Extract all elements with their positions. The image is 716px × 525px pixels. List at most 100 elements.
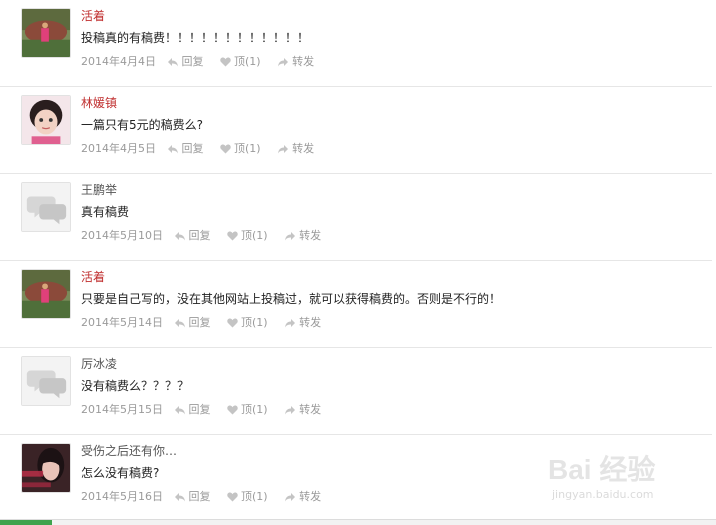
reply-button[interactable]: 回复 (174, 489, 211, 505)
reply-label: 回复 (188, 229, 211, 242)
avatar[interactable] (21, 8, 71, 58)
avatar[interactable] (21, 95, 71, 145)
landscape-photo-icon (22, 9, 70, 57)
author-name[interactable]: 厉冰凌 (81, 356, 117, 372)
avatar[interactable] (21, 182, 71, 232)
forward-button[interactable]: 转发 (277, 141, 314, 157)
forward-label: 转发 (292, 142, 315, 155)
author-name[interactable]: 林媛镇 (81, 95, 117, 111)
comment-text: 没有稿费么？？？？ (81, 379, 190, 393)
like-label: 顶(1) (241, 490, 268, 503)
woman-photo-icon (22, 444, 70, 492)
like-button[interactable]: 顶(1) (220, 141, 261, 157)
heart-icon (220, 57, 231, 67)
comment-date: 2014年4月4日 (81, 55, 156, 68)
comment-text: 只要是自己写的，没在其他网站上投稿过，就可以获得稿费的。否则是不行的！ (81, 292, 502, 306)
forward-button[interactable]: 转发 (284, 228, 321, 244)
comment-item: 活着 投稿真的有稿费！！！！！！！！！！！！ 2014年4月4日 回复 顶(1)… (0, 0, 712, 87)
reply-button[interactable]: 回复 (167, 54, 204, 70)
like-button[interactable]: 顶(1) (227, 228, 268, 244)
forward-arrow-icon (278, 145, 289, 154)
comment-meta: 2014年4月4日 回复 顶(1) 转发 (81, 54, 327, 70)
author-name[interactable]: 活着 (81, 269, 105, 285)
baidu-jingyan-watermark: Bai 经验 jingyan.baidu.com (548, 448, 698, 510)
reply-arrow-icon (167, 58, 178, 67)
comment-meta: 2014年4月5日 回复 顶(1) 转发 (81, 141, 327, 157)
reply-button[interactable]: 回复 (174, 228, 211, 244)
comment-date: 2014年4月5日 (81, 142, 156, 155)
bottom-bar (0, 519, 716, 525)
forward-label: 转发 (299, 403, 322, 416)
reply-label: 回复 (188, 490, 211, 503)
like-label: 顶(1) (241, 403, 268, 416)
comment-date: 2014年5月14日 (81, 316, 163, 329)
heart-icon (227, 318, 238, 328)
forward-arrow-icon (285, 493, 296, 502)
like-button[interactable]: 顶(1) (220, 54, 261, 70)
reply-button[interactable]: 回复 (174, 402, 211, 418)
comment-text: 投稿真的有稿费！！！！！！！！！！！！ (81, 31, 310, 45)
comment-meta: 2014年5月15日 回复 顶(1) 转发 (81, 402, 334, 418)
heart-icon (227, 492, 238, 502)
reply-arrow-icon (167, 145, 178, 154)
forward-label: 转发 (299, 316, 322, 329)
watermark-logo: Bai 经验 (548, 454, 656, 485)
like-button[interactable]: 顶(1) (227, 315, 268, 331)
comment-text: 一篇只有5元的稿费么? (81, 118, 204, 132)
avatar[interactable] (21, 356, 71, 406)
reply-label: 回复 (188, 316, 211, 329)
comment-text: 真有稿费 (81, 205, 130, 219)
avatar[interactable] (21, 269, 71, 319)
reply-label: 回复 (181, 142, 204, 155)
avatar[interactable] (21, 443, 71, 493)
forward-label: 转发 (299, 229, 322, 242)
reply-arrow-icon (174, 232, 185, 241)
forward-arrow-icon (285, 232, 296, 241)
bottom-bar-accent (0, 520, 52, 525)
reply-arrow-icon (174, 493, 185, 502)
forward-button[interactable]: 转发 (284, 489, 321, 505)
author-name[interactable]: 活着 (81, 8, 105, 24)
reply-arrow-icon (174, 319, 185, 328)
comment-meta: 2014年5月16日 回复 顶(1) 转发 (81, 489, 334, 505)
comment-item: 厉冰凌 没有稿费么？？？？ 2014年5月15日 回复 顶(1) 转发 (0, 348, 712, 435)
reply-button[interactable]: 回复 (167, 141, 204, 157)
default-chat-avatar-icon (22, 183, 70, 231)
default-chat-avatar-icon (22, 357, 70, 405)
reply-label: 回复 (181, 55, 204, 68)
reply-arrow-icon (174, 406, 185, 415)
landscape-photo-icon (22, 270, 70, 318)
forward-label: 转发 (292, 55, 315, 68)
watermark-url: jingyan.baidu.com (552, 488, 654, 501)
heart-icon (227, 405, 238, 415)
forward-label: 转发 (299, 490, 322, 503)
heart-icon (220, 144, 231, 154)
forward-arrow-icon (278, 58, 289, 67)
comment-item: 活着 只要是自己写的，没在其他网站上投稿过，就可以获得稿费的。否则是不行的！ 2… (0, 261, 712, 348)
like-label: 顶(1) (234, 142, 261, 155)
comment-list-page: 活着 投稿真的有稿费！！！！！！！！！！！！ 2014年4月4日 回复 顶(1)… (0, 0, 716, 525)
like-label: 顶(1) (241, 316, 268, 329)
comment-date: 2014年5月16日 (81, 490, 163, 503)
like-label: 顶(1) (234, 55, 261, 68)
portrait-photo-icon (22, 96, 70, 144)
forward-arrow-icon (285, 319, 296, 328)
comment-date: 2014年5月10日 (81, 229, 163, 242)
like-label: 顶(1) (241, 229, 268, 242)
like-button[interactable]: 顶(1) (227, 489, 268, 505)
forward-arrow-icon (285, 406, 296, 415)
heart-icon (227, 231, 238, 241)
comment-text: 怎么没有稿费? (81, 466, 160, 480)
author-name[interactable]: 受伤之后还有你… (81, 443, 177, 459)
comment-meta: 2014年5月10日 回复 顶(1) 转发 (81, 228, 334, 244)
comment-item: 王鹏举 真有稿费 2014年5月10日 回复 顶(1) 转发 (0, 174, 712, 261)
reply-button[interactable]: 回复 (174, 315, 211, 331)
forward-button[interactable]: 转发 (277, 54, 314, 70)
author-name[interactable]: 王鹏举 (81, 182, 117, 198)
like-button[interactable]: 顶(1) (227, 402, 268, 418)
comment-date: 2014年5月15日 (81, 403, 163, 416)
comment-meta: 2014年5月14日 回复 顶(1) 转发 (81, 315, 334, 331)
forward-button[interactable]: 转发 (284, 402, 321, 418)
forward-button[interactable]: 转发 (284, 315, 321, 331)
reply-label: 回复 (188, 403, 211, 416)
